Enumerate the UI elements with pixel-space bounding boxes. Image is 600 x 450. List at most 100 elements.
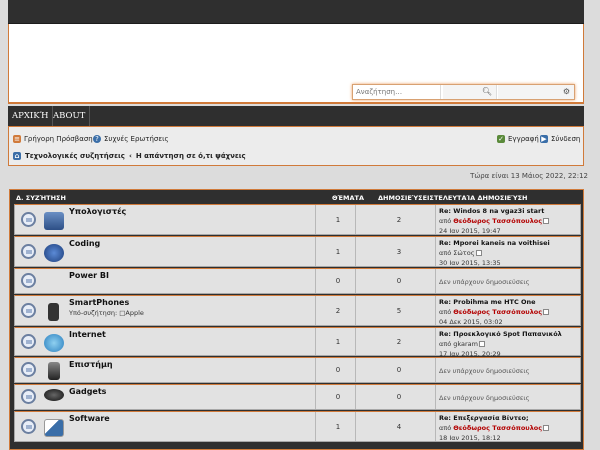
last-post-by-label: από: [439, 249, 454, 257]
forum-row: Internet 1 2 Re: Προεκλογικό Spot Παπανικόλ…: [14, 327, 581, 359]
menu-icon: ≡: [13, 135, 21, 143]
column-divider: [315, 237, 316, 266]
breadcrumb-current[interactable]: Η απάντηση σε ό,τι ψάχνεις: [136, 152, 246, 160]
login-link[interactable]: ▶ Σύνδεση: [540, 135, 580, 143]
forum-read-icon: [21, 303, 36, 318]
breadcrumb-home[interactable]: Τεχνολογικές συζητήσεις: [25, 152, 125, 160]
faq-label: Συχνές Ερωτήσεις: [104, 135, 169, 143]
forum-row: Επιστήμη 0 0 Δεν υπάρχουν δημοσιεύσεις: [14, 357, 581, 383]
last-post-author[interactable]: gkaram: [453, 340, 478, 348]
column-divider: [435, 385, 436, 409]
faq-link[interactable]: ? Συχνές Ερωτήσεις: [93, 135, 169, 143]
column-divider: [355, 328, 356, 355]
gear-icon: ⚙: [562, 87, 570, 96]
nav-about[interactable]: ABOUT: [49, 106, 91, 126]
column-divider: [435, 296, 436, 325]
view-latest-post-icon[interactable]: [543, 309, 550, 315]
column-divider: [315, 296, 316, 325]
last-post-author[interactable]: Θεόδωρος Τασσόπουλος: [453, 308, 542, 316]
column-divider: [435, 358, 436, 382]
view-latest-post-icon[interactable]: [543, 218, 550, 224]
microscope-icon: [48, 362, 60, 380]
last-post: Re: Προεκλογικό Spot Παπανικόλ από gkaram…: [439, 329, 579, 359]
search-input[interactable]: [353, 85, 441, 99]
header-forum: Δ. ΣΥΖΉΤΗΣΗ: [16, 194, 66, 202]
subforum-label: Υπό-συζήτηση:: [69, 309, 120, 317]
search-icon: 🔍︎: [481, 87, 492, 96]
last-post: Re: Επεξεργασία Βίντεο; από Θεόδωρος Τασσ…: [439, 413, 579, 443]
last-post-author[interactable]: Σώτος: [453, 249, 474, 257]
view-latest-post-icon[interactable]: [543, 425, 550, 431]
last-post: Δεν υπάρχουν δημοσιεύσεις: [439, 393, 579, 403]
column-divider: [355, 358, 356, 382]
last-post-date: 04 Δεκ 2015, 03:02: [439, 318, 503, 326]
forum-list: Δ. ΣΥΖΉΤΗΣΗ ΘΈΜΑΤΑ ΔΗΜΟΣΙΕΎΣΕΙΣ ΤΕΛΕΥΤΑΊ…: [9, 189, 584, 450]
column-divider: [355, 237, 356, 266]
forum-row: SmartPhones Υπό-συζήτηση: □Apple 2 5 Re: Pro…: [14, 295, 581, 326]
login-icon: ▶: [540, 135, 548, 143]
search-box: 🔍︎ ⚙: [352, 84, 575, 100]
mouse-icon: [44, 389, 64, 401]
column-divider: [435, 205, 436, 234]
forum-title[interactable]: Internet: [69, 330, 106, 339]
header-last-post: ΤΕΛΕΥΤΑΊΑ ΔΗΜΟΣΙΕΎΣΗ: [434, 194, 528, 202]
forum-read-icon: [21, 389, 36, 404]
column-divider: [355, 269, 356, 293]
html-icon: [44, 244, 64, 262]
forum-topics-count: 1: [335, 338, 341, 346]
view-latest-post-icon[interactable]: [475, 250, 482, 256]
current-time: Τώρα είναι 13 Μάιος 2022, 22:12: [470, 172, 588, 180]
forum-title[interactable]: Υπολογιστές: [69, 207, 126, 216]
site-header: 🔍︎ ⚙: [8, 24, 584, 104]
column-divider: [355, 205, 356, 234]
forum-title[interactable]: Power BI: [69, 271, 109, 280]
forum-title[interactable]: Coding: [69, 239, 100, 248]
forum-row: Power BI 0 0 Δεν υπάρχουν δημοσιεύσεις: [14, 268, 581, 294]
forum-topics-count: 1: [335, 423, 341, 431]
home-icon: ⌂: [13, 152, 21, 160]
no-posts-text: Δεν υπάρχουν δημοσιεύσεις: [439, 394, 530, 402]
forum-read-icon: [21, 419, 36, 434]
column-divider: [315, 412, 316, 441]
forum-title[interactable]: Software: [69, 414, 110, 423]
last-post-title[interactable]: Re: Probihma me HTC One: [439, 298, 536, 306]
register-link[interactable]: ✓ Εγγραφή: [497, 135, 539, 143]
forum-posts-count: 2: [396, 338, 402, 346]
forum-topics-count: 0: [335, 277, 341, 285]
header-posts: ΔΗΜΟΣΙΕΎΣΕΙΣ: [378, 194, 434, 202]
last-post-title[interactable]: Re: Προεκλογικό Spot Παπανικόλ: [439, 330, 562, 338]
last-post-title[interactable]: Re: Επεξεργασία Βίντεο;: [439, 414, 529, 422]
last-post: Re: Probihma me HTC One από Θεόδωρος Τασσ…: [439, 297, 579, 327]
forum-title[interactable]: SmartPhones: [69, 298, 129, 307]
no-posts-text: Δεν υπάρχουν δημοσιεύσεις: [439, 278, 530, 286]
last-post-author[interactable]: Θεόδωρος Τασσόπουλος: [453, 217, 542, 225]
column-divider: [355, 385, 356, 409]
column-divider: [355, 296, 356, 325]
forum-read-icon: [21, 334, 36, 349]
column-divider: [315, 385, 316, 409]
quick-access-label: Γρήγορη Πρόσβαση: [24, 135, 93, 143]
column-divider: [315, 269, 316, 293]
last-post: Δεν υπάρχουν δημοσιεύσεις: [439, 277, 579, 287]
last-post-title[interactable]: Re: Windos 8 na vgaz3i start: [439, 207, 544, 215]
subforum-link[interactable]: □Apple: [119, 309, 144, 317]
forum-read-icon: [21, 244, 36, 259]
nav-home[interactable]: ΑΡΧΙΚΉ: [8, 106, 54, 126]
forum-posts-count: 2: [396, 216, 402, 224]
forum-topics-count: 1: [335, 216, 341, 224]
last-post-author[interactable]: Θεόδωρος Τασσόπουλος: [453, 424, 542, 432]
forum-title[interactable]: Gadgets: [69, 387, 106, 396]
globe-icon: [44, 334, 64, 352]
forum-row: Gadgets 0 0 Δεν υπάρχουν δημοσιεύσεις: [14, 384, 581, 410]
quick-access-link[interactable]: ≡ Γρήγορη Πρόσβαση: [13, 135, 93, 143]
last-post-by-label: από: [439, 217, 454, 225]
advanced-search-button[interactable]: ⚙: [498, 85, 574, 99]
forum-title[interactable]: Επιστήμη: [69, 360, 113, 369]
search-button[interactable]: 🔍︎: [443, 85, 497, 99]
view-latest-post-icon[interactable]: [479, 341, 485, 347]
last-post-title[interactable]: Re: Mporei kaneis na voithisei: [439, 239, 550, 247]
smartphone-icon: [48, 303, 59, 321]
last-post-by-label: από: [439, 308, 454, 316]
column-divider: [435, 237, 436, 266]
forum-topics-count: 2: [335, 307, 341, 315]
